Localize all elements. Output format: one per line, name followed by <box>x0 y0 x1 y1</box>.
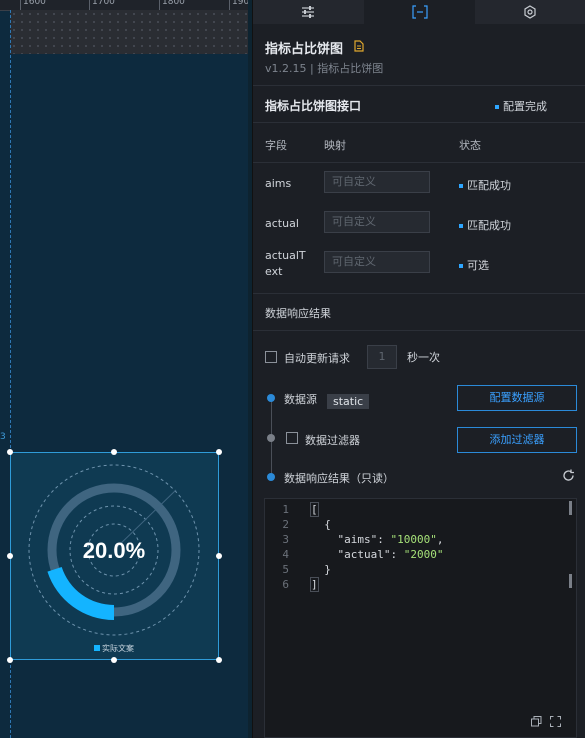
copy-icon[interactable] <box>531 716 542 727</box>
component-title: 指标占比饼图 <box>265 42 344 57</box>
guide-number: 3 <box>0 432 6 442</box>
code-line: ] <box>310 577 319 592</box>
tab-data[interactable] <box>364 0 475 24</box>
optional-status: 可选 <box>459 257 489 273</box>
status-dot <box>459 224 463 228</box>
config-panel: 指标占比饼图 v1.2.15 | 指标占比饼图 指标占比饼图接口 配置完成 字段… <box>252 0 585 738</box>
refresh-icon[interactable] <box>562 469 575 482</box>
data-bracket-icon <box>412 5 428 19</box>
line-number: 5 <box>282 563 289 576</box>
status-dot <box>459 264 463 268</box>
tab-settings[interactable] <box>253 0 364 24</box>
code-line: { <box>311 518 331 531</box>
interface-title: 指标占比饼图接口 <box>265 99 362 113</box>
interface-status: 配置完成 <box>495 98 547 114</box>
field-name: aims <box>265 177 292 190</box>
mapping-input[interactable]: 可自定义 <box>324 171 430 193</box>
response-section-title: 数据响应结果 <box>265 307 331 320</box>
ruler-label: 1600 <box>23 0 46 7</box>
code-line: "aims": "10000", <box>311 533 444 546</box>
fullscreen-icon[interactable] <box>550 716 561 727</box>
center-value: 20.0% <box>83 538 145 563</box>
step-dot-active <box>267 473 275 481</box>
auto-update-checkbox[interactable] <box>265 351 277 363</box>
line-number: 2 <box>282 518 289 531</box>
resize-handle[interactable] <box>216 449 222 455</box>
match-status: 匹配成功 <box>459 217 511 233</box>
col-field-header: 字段 <box>265 139 287 152</box>
line-number: 4 <box>282 548 289 561</box>
step-dot-inactive <box>267 434 275 442</box>
ruler-tick <box>20 0 21 10</box>
resize-handle[interactable] <box>7 657 13 663</box>
col-map-header: 映射 <box>324 139 346 152</box>
filter-label: 数据过滤器 <box>305 434 360 447</box>
status-dot <box>459 184 463 188</box>
line-number: 6 <box>282 578 289 591</box>
resize-handle[interactable] <box>216 553 222 559</box>
ruler-tick <box>229 0 230 10</box>
line-number: 1 <box>282 503 289 516</box>
panel-tabs <box>253 0 585 24</box>
scroll-marker <box>569 501 572 515</box>
legend-swatch <box>94 645 100 651</box>
version-line: v1.2.15 | 指标占比饼图 <box>265 62 384 75</box>
ruler-tick <box>89 0 90 10</box>
auto-update-label: 自动更新请求 <box>284 352 350 365</box>
scroll-marker <box>569 574 572 588</box>
field-name: actualT <box>265 249 306 262</box>
divider <box>253 293 585 294</box>
mapping-input[interactable]: 可自定义 <box>324 211 430 233</box>
filter-checkbox[interactable] <box>286 432 298 444</box>
canvas-top-strip <box>10 10 252 54</box>
document-icon[interactable] <box>354 40 364 52</box>
divider <box>253 122 585 123</box>
legend-label: 实际文案 <box>102 643 134 653</box>
resize-handle[interactable] <box>7 553 13 559</box>
interval-unit: 秒一次 <box>407 351 440 364</box>
line-number: 3 <box>282 533 289 546</box>
code-editor[interactable]: 1 2 3 4 5 6 [ { "aims": "10000", "actual… <box>264 498 577 738</box>
divider <box>253 162 585 163</box>
source-label: 数据源 <box>284 393 317 406</box>
field-name-wrap: ext <box>265 265 283 278</box>
pie-chart: 20.0% 实际文案 <box>28 464 200 653</box>
result-label: 数据响应结果（只读） <box>284 472 394 485</box>
ruler-label: 1700 <box>92 0 115 7</box>
ruler-tick <box>159 0 160 10</box>
add-filter-button[interactable]: 添加过滤器 <box>457 427 577 453</box>
interval-input[interactable]: 1 <box>367 345 397 369</box>
code-line: "actual": "2000" <box>311 548 444 561</box>
divider <box>253 330 585 331</box>
mapping-input[interactable]: 可自定义 <box>324 251 430 273</box>
config-datasource-button[interactable]: 配置数据源 <box>457 385 577 411</box>
ruler-label: 190 <box>232 0 250 7</box>
editor-canvas[interactable]: 1600 1700 1800 190 3 20.0% 实际文案 <box>0 0 252 738</box>
col-status-header: 状态 <box>459 139 481 152</box>
match-status: 匹配成功 <box>459 177 511 193</box>
status-dot <box>495 105 499 109</box>
divider <box>253 85 585 86</box>
progress-arc <box>47 566 115 620</box>
resize-handle[interactable] <box>111 449 117 455</box>
tab-interaction[interactable] <box>475 0 585 24</box>
resize-handle[interactable] <box>7 449 13 455</box>
ruler-label: 1800 <box>162 0 185 7</box>
code-line: } <box>311 563 331 576</box>
step-dot-active <box>267 394 275 402</box>
source-type-badge: static <box>327 390 370 409</box>
interaction-icon <box>524 5 536 19</box>
field-name: actual <box>265 217 299 230</box>
sliders-icon <box>302 6 314 18</box>
resize-handle[interactable] <box>111 657 117 663</box>
resize-handle[interactable] <box>216 657 222 663</box>
code-line: [ <box>310 502 319 517</box>
